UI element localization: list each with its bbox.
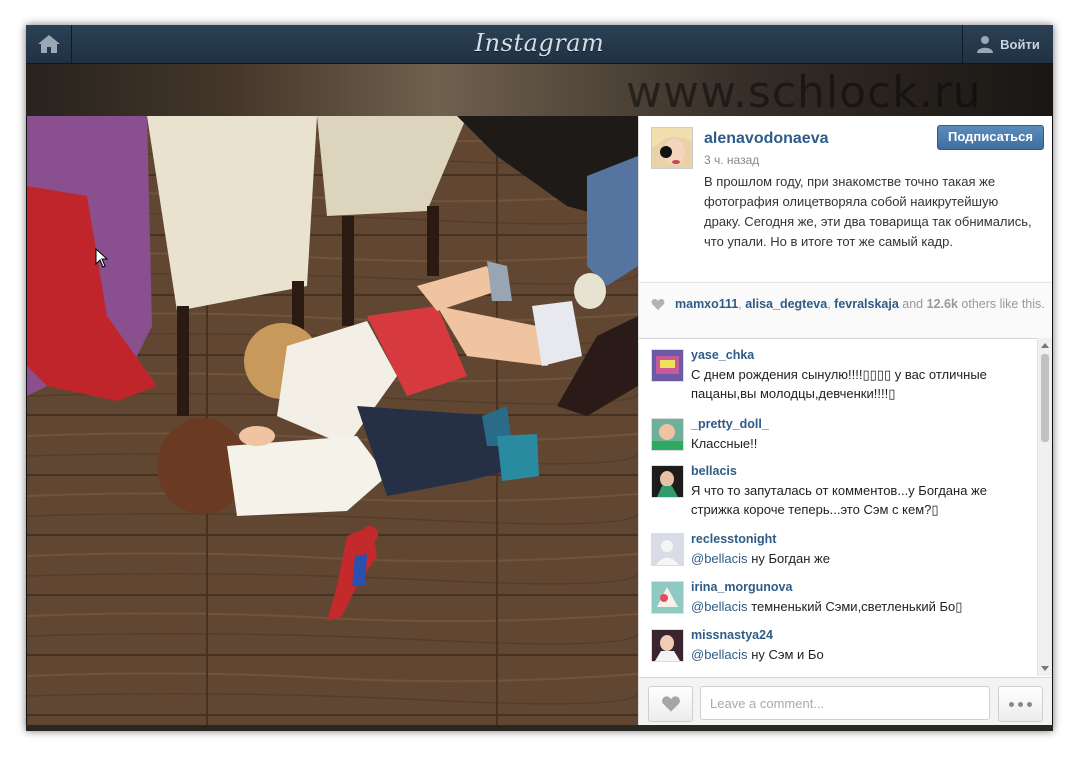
more-dots-icon [1018, 701, 1023, 707]
photo-image [27, 116, 638, 728]
commenter-avatar-image [652, 630, 683, 661]
heart-icon [651, 299, 665, 310]
likes-summary: mamxo111, alisa_degteva, fevralskaja and… [639, 282, 1052, 339]
commenter-avatar-image [652, 582, 683, 613]
comment-body: ну Сэм и Бо [751, 647, 824, 662]
liker-username[interactable]: mamxo111 [675, 297, 738, 311]
comment-body: С днем рождения сынулю!!!!▯▯▯▯ у вас отл… [691, 367, 987, 401]
comments-list[interactable]: yase_chka С днем рождения сынулю!!!!▯▯▯▯… [639, 338, 1052, 676]
comment-body: Классные!! [691, 436, 758, 451]
follow-button[interactable]: Подписаться [937, 125, 1044, 150]
comment-mention[interactable]: @bellacis [691, 551, 748, 566]
post-caption: В прошлом году, при знакомстве точно так… [704, 174, 1032, 249]
commenter-avatar-image [652, 419, 683, 450]
comment-username[interactable]: yase_chka [691, 348, 754, 362]
heart-icon [661, 696, 680, 712]
author-username[interactable]: alenavodonaeva [704, 130, 829, 148]
comment-username[interactable]: missnastya24 [691, 628, 773, 642]
scroll-down-arrow-icon[interactable] [1041, 666, 1049, 671]
more-options-button[interactable] [998, 686, 1043, 722]
commenter-avatar-image [652, 350, 683, 381]
comment-item: _pretty_doll_ Классные!! [639, 415, 1034, 463]
comment-input[interactable] [700, 686, 990, 720]
comment-username[interactable]: bellacis [691, 464, 737, 478]
page-backdrop [26, 64, 1053, 116]
comment-compose-bar [639, 677, 1052, 729]
comment-text: Я что то запуталась от комментов...у Бог… [691, 481, 1031, 519]
user-icon [977, 36, 994, 53]
commenter-avatar[interactable] [651, 533, 684, 566]
comment-text: @bellacis ну Сэм и Бо [691, 645, 1031, 664]
comment-item: reclesstonight @bellacis ну Богдан же [639, 530, 1034, 578]
likes-count[interactable]: 12.6k [927, 297, 958, 311]
liker-username[interactable]: fevralskaja [834, 297, 899, 311]
post-details-panel: alenavodonaeva 3 ч. назад В прошлом году… [638, 116, 1052, 729]
browser-window: Instagram Войти www.schlock.ru alenavodo… [26, 25, 1053, 731]
scroll-up-arrow-icon[interactable] [1041, 343, 1049, 348]
comment-body: темненький Сэми,светленький Бо▯ [751, 599, 963, 614]
likes-suffix: others like this. [961, 297, 1045, 311]
commenter-avatar[interactable] [651, 629, 684, 662]
comment-body: ну Богдан же [751, 551, 830, 566]
comment-mention[interactable]: @bellacis [691, 599, 748, 614]
comment-body: Я что то запуталась от комментов...у Бог… [691, 483, 987, 517]
login-button[interactable]: Войти [962, 25, 1053, 63]
like-button[interactable] [648, 686, 693, 722]
top-navigation-bar: Instagram Войти [26, 25, 1053, 64]
commenter-avatar[interactable] [651, 349, 684, 382]
author-avatar[interactable] [651, 127, 693, 169]
comment-item: yase_chka С днем рождения сынулю!!!!▯▯▯▯… [639, 346, 1034, 401]
liker-username[interactable]: alisa_degteva [745, 297, 827, 311]
comments-scrollbar[interactable] [1037, 338, 1052, 676]
post-timestamp: 3 ч. назад [704, 153, 760, 167]
commenter-avatar[interactable] [651, 465, 684, 498]
comment-username[interactable]: reclesstonight [691, 532, 776, 546]
likes-and: and [902, 297, 924, 311]
comment-item: missnastya24 @bellacis ну Сэм и Бо [639, 626, 1034, 674]
post-photo[interactable] [27, 116, 638, 728]
comment-text: С днем рождения сынулю!!!!▯▯▯▯ у вас отл… [691, 365, 1031, 403]
more-dots-icon [1027, 701, 1032, 707]
commenter-avatar[interactable] [651, 418, 684, 451]
comment-mention[interactable]: @bellacis [691, 647, 748, 662]
commenter-avatar[interactable] [651, 581, 684, 614]
post-header: alenavodonaeva 3 ч. назад В прошлом году… [639, 116, 1052, 282]
scrollbar-thumb[interactable] [1041, 354, 1049, 442]
login-label: Войти [1000, 36, 1040, 52]
comment-text: Классные!! [691, 434, 1031, 453]
instagram-logo[interactable]: Instagram [26, 29, 1053, 57]
author-avatar-image [652, 128, 692, 168]
comment-text: @bellacis ну Богдан же [691, 549, 1031, 568]
comment-text: @bellacis темненький Сэми,светленький Бо… [691, 597, 1031, 616]
comment-item: bellacis Я что то запуталась от комменто… [639, 462, 1034, 517]
mouse-cursor-icon [95, 248, 109, 268]
comment-item: irina_morgunova @bellacis темненький Сэм… [639, 578, 1034, 626]
comment-username[interactable]: irina_morgunova [691, 580, 792, 594]
commenter-avatar-image [652, 466, 683, 497]
page-backdrop-bottom [26, 725, 1053, 731]
more-dots-icon [1009, 701, 1014, 707]
commenter-avatar-image [652, 534, 683, 565]
likes-text: mamxo111, alisa_degteva, fevralskaja and… [675, 297, 1045, 311]
comment-username[interactable]: _pretty_doll_ [691, 417, 769, 431]
